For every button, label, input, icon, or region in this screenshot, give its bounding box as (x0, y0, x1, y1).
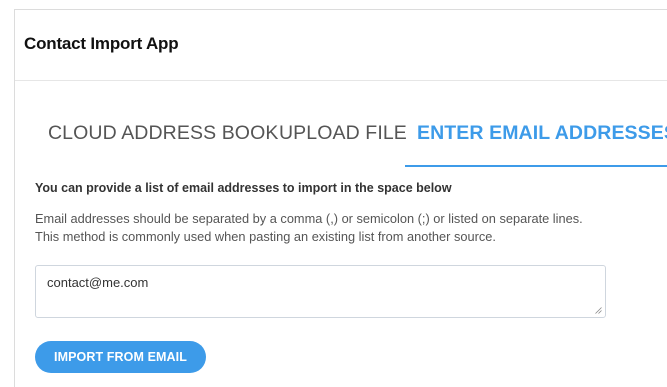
help-text: Email addresses should be separated by a… (35, 210, 655, 246)
tab-upload-file[interactable]: UPLOAD FILE (279, 117, 407, 167)
help-text-line-2: This method is commonly used when pastin… (35, 229, 496, 244)
tab-cloud-address-book[interactable]: CLOUD ADDRESS BOOK (48, 117, 278, 167)
import-from-email-button[interactable]: IMPORT FROM EMAIL (35, 341, 206, 373)
app-header: Contact Import App (15, 10, 667, 81)
email-textarea-value: contact@me.com (47, 275, 149, 290)
app-title: Contact Import App (24, 34, 179, 53)
tab-enter-email-addresses[interactable]: ENTER EMAIL ADDRESSES (405, 117, 667, 167)
resize-grip-icon[interactable] (595, 307, 602, 314)
help-text-line-1: Email addresses should be separated by a… (35, 211, 583, 226)
intro-text: You can provide a list of email addresse… (35, 181, 452, 195)
app-window: Contact Import App CLOUD ADDRESS BOOK UP… (14, 9, 667, 387)
tab-bar: CLOUD ADDRESS BOOK UPLOAD FILE ENTER EMA… (15, 117, 667, 167)
email-addresses-textarea[interactable]: contact@me.com (35, 265, 606, 318)
